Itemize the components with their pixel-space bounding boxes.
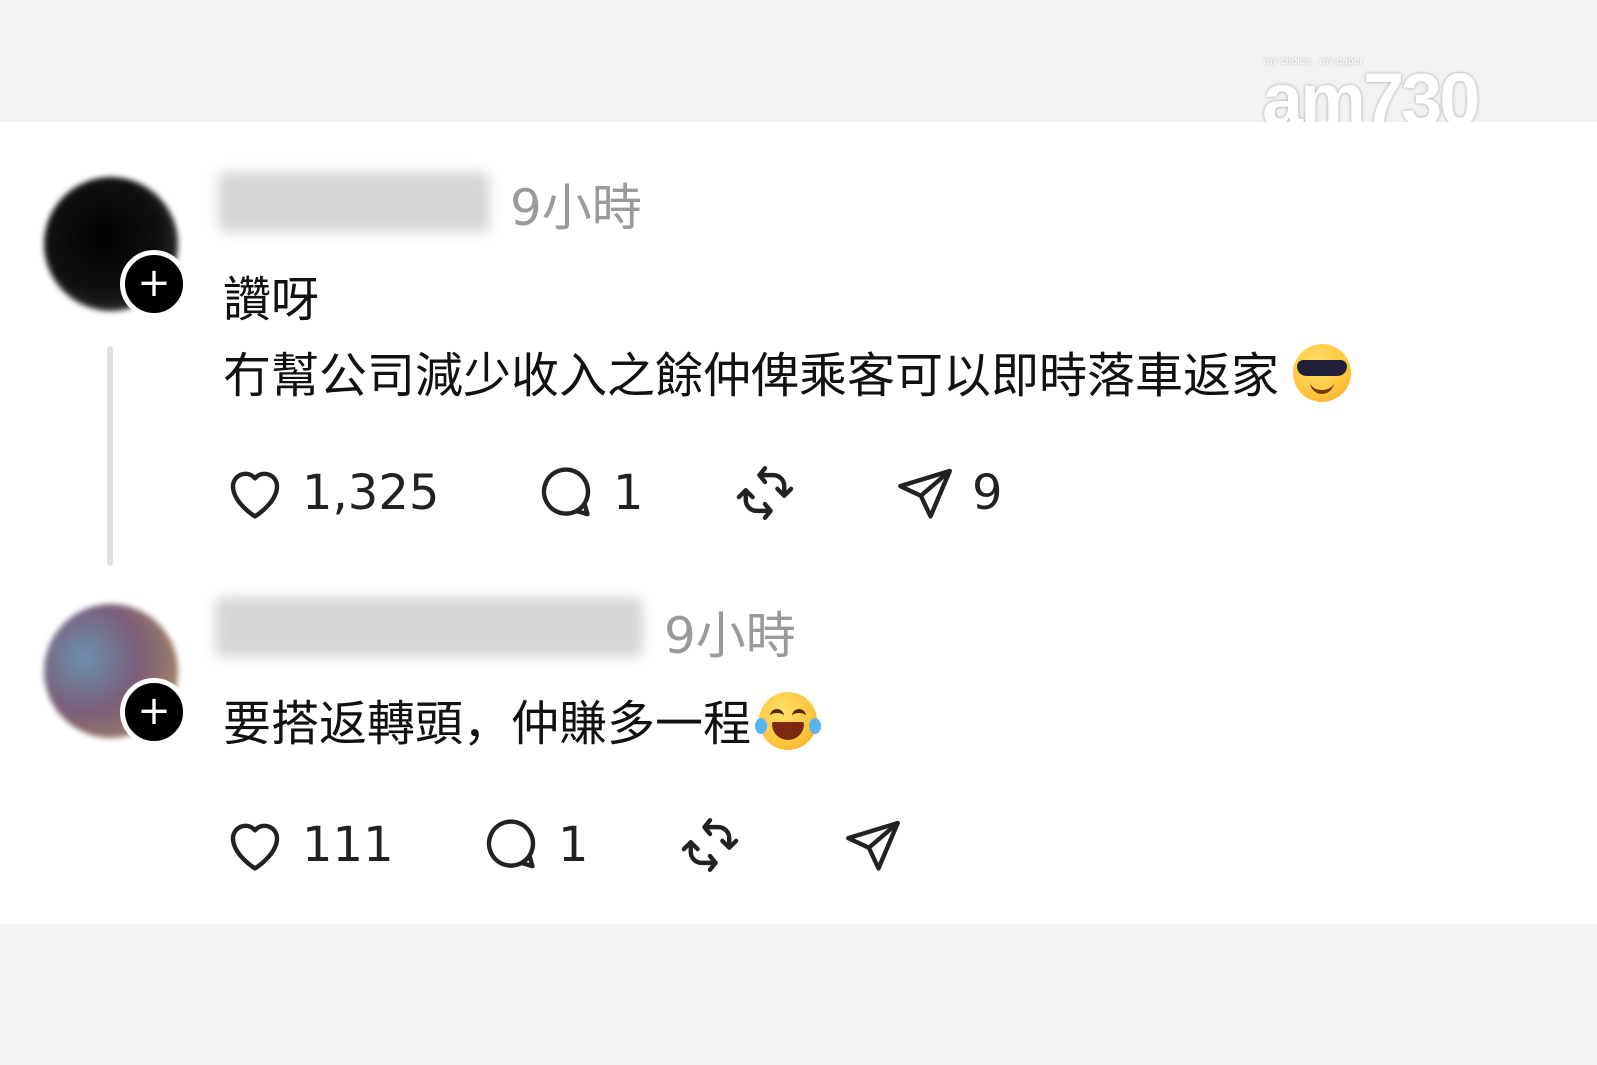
like-count: 1,325 <box>302 465 440 521</box>
repost-button[interactable] <box>732 458 798 528</box>
reply-button[interactable]: 1 <box>478 810 589 880</box>
comment-text-line-with-emoji: 要搭返轉頭，仲賺多一程 <box>223 684 822 754</box>
follow-plus-icon[interactable]: + <box>120 250 188 318</box>
comment-actions: 111 1 <box>0 810 1200 880</box>
comment-text: 要搭返轉頭，仲賺多一程 <box>223 696 752 752</box>
share-button[interactable]: 9 <box>892 458 1003 528</box>
heart-icon <box>230 823 280 871</box>
share-count: 9 <box>972 465 1003 521</box>
send-icon <box>846 820 900 871</box>
like-count: 111 <box>302 817 394 873</box>
comment-text-line-with-emoji: 冇幫公司減少收入之餘仲俾乘客可以即時落車返家 <box>223 336 1352 406</box>
sunglasses-emoji-icon <box>1293 344 1352 402</box>
reply-count: 1 <box>613 465 644 521</box>
comments-panel: + 9小時 讚呀 冇幫公司減少收入之餘仲俾乘客可以即時落車返家 1,325 1 <box>0 122 1597 924</box>
thread-line <box>107 346 113 566</box>
comment-text-line: 讚呀 <box>223 272 320 328</box>
tears-of-joy-emoji-icon <box>755 692 822 750</box>
comment-actions: 1,325 1 9 <box>0 458 1200 528</box>
username-blurred[interactable] <box>215 597 643 657</box>
comment-bubble-icon <box>541 467 591 517</box>
timestamp: 9小時 <box>664 607 796 665</box>
repost-button[interactable] <box>677 810 743 880</box>
repost-icon <box>681 818 739 872</box>
like-button[interactable]: 111 <box>222 810 394 880</box>
comment-bubble-icon <box>486 819 536 869</box>
timestamp: 9小時 <box>510 179 642 237</box>
send-icon <box>898 468 952 519</box>
like-button[interactable]: 1,325 <box>222 458 439 528</box>
username-blurred[interactable] <box>218 172 490 232</box>
reply-button[interactable]: 1 <box>533 458 644 528</box>
repost-icon <box>736 466 794 520</box>
comment-text: 冇幫公司減少收入之餘仲俾乘客可以即時落車返家 <box>223 348 1280 404</box>
bottom-background <box>0 924 1597 1065</box>
reply-count: 1 <box>558 817 589 873</box>
heart-icon <box>230 471 280 519</box>
share-button[interactable] <box>840 810 906 880</box>
follow-plus-icon[interactable]: + <box>120 678 188 746</box>
